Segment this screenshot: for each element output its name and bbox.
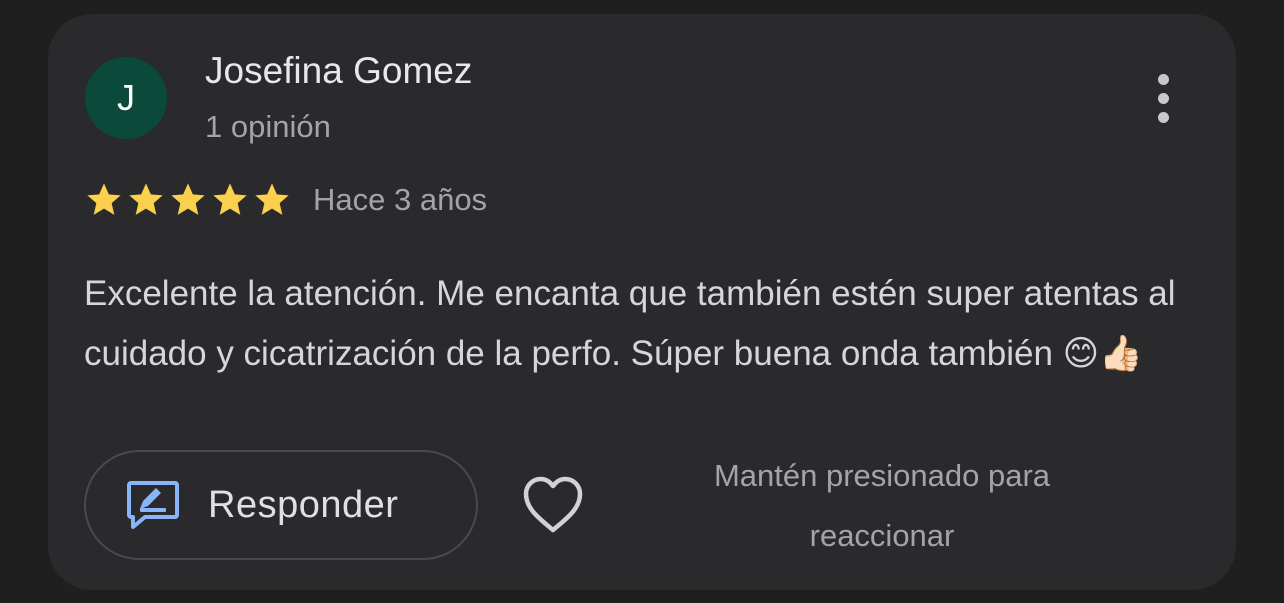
star-icon xyxy=(129,183,163,215)
avatar[interactable]: J xyxy=(85,57,167,139)
review-text: Excelente la atención. Me encanta que ta… xyxy=(84,274,1176,373)
review-card: J Josefina Gomez 1 opinión Hace 3 años E… xyxy=(48,14,1236,590)
avatar-initial: J xyxy=(117,77,135,118)
more-options-button[interactable] xyxy=(1138,68,1188,128)
react-hint: Mantén presionado para reaccionar xyxy=(713,458,1051,553)
star-rating xyxy=(84,180,292,220)
like-button[interactable] xyxy=(520,474,586,536)
heart-outline-icon xyxy=(523,476,583,533)
more-vert-icon-dot xyxy=(1157,73,1169,85)
review-date: Hace 3 años xyxy=(313,182,488,217)
star-icon xyxy=(87,183,121,215)
more-vert-icon-dot xyxy=(1157,111,1169,123)
reply-icon xyxy=(127,481,179,529)
reply-button[interactable]: Responder xyxy=(84,450,478,560)
star-icon xyxy=(213,183,247,215)
star-icon xyxy=(255,183,289,215)
more-vert-icon-dot xyxy=(1157,92,1169,104)
reply-label: Responder xyxy=(208,483,399,526)
author-review-count: 1 opinión xyxy=(205,109,331,144)
author-name[interactable]: Josefina Gomez xyxy=(205,50,472,92)
star-icon xyxy=(171,183,205,215)
